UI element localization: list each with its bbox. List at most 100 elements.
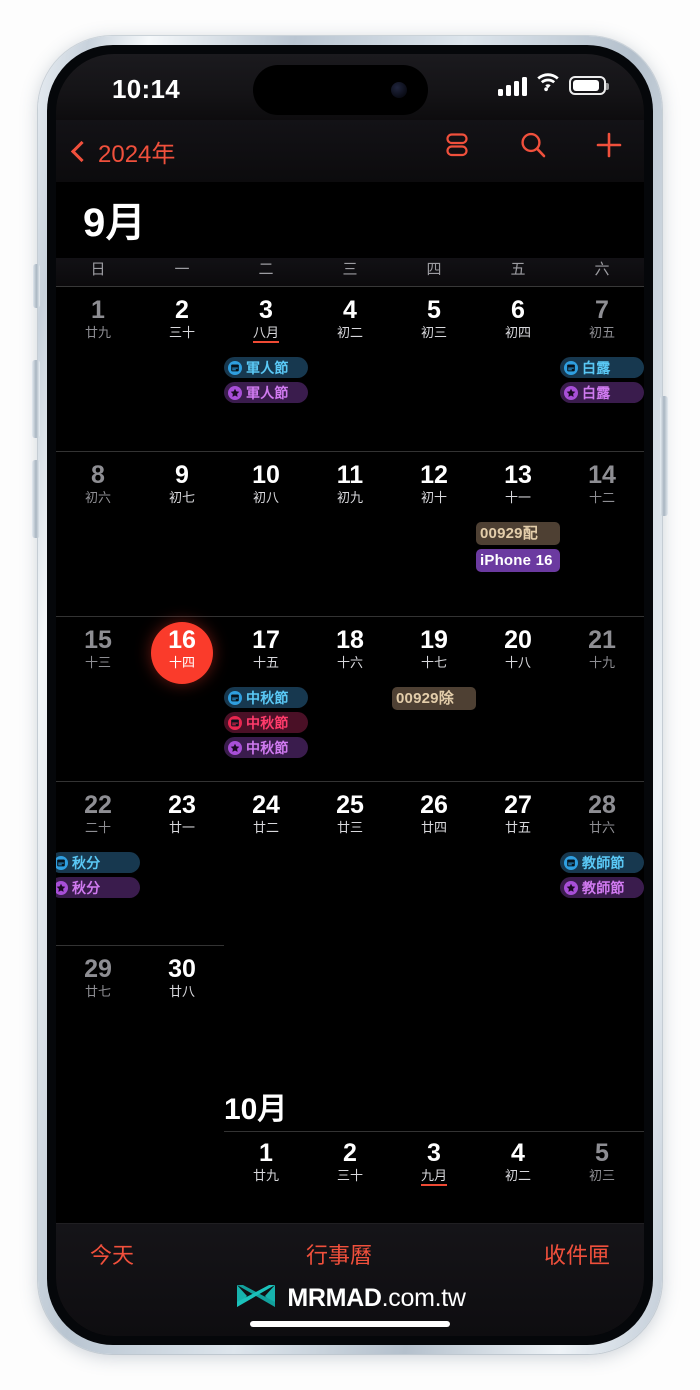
- day-number-stack: 22 二十: [84, 792, 112, 835]
- calendar-event-pill[interactable]: iPhone 16: [476, 549, 560, 572]
- calendars-button[interactable]: 行事曆: [306, 1238, 372, 1270]
- calendar-badge-icon: [564, 360, 578, 375]
- event-row: 教師節: [560, 877, 644, 898]
- calendar-day-cell[interactable]: 5 初三: [392, 287, 476, 451]
- calendar-day-cell[interactable]: 7 初五 白露 白露: [560, 287, 644, 451]
- event-row: 軍人節: [224, 382, 308, 403]
- calendar-day-cell[interactable]: 26 廿四: [392, 782, 476, 946]
- calendar-day-cell[interactable]: 27 廿五: [476, 782, 560, 946]
- calendar-day-cell[interactable]: 8 初六: [56, 452, 140, 616]
- calendar-day-cell[interactable]: 5 初三: [560, 1132, 644, 1210]
- status-bar: 10:14: [56, 54, 644, 120]
- calendar-day-cell[interactable]: 11 初九: [308, 452, 392, 616]
- calendar-event-pill[interactable]: 00929配: [476, 522, 560, 545]
- list-view-icon[interactable]: [442, 131, 472, 159]
- calendar-event-pill[interactable]: 教師節: [560, 877, 644, 898]
- lunar-date-label: 二十: [84, 819, 111, 835]
- calendar-day-cell[interactable]: 19 十七 00929除: [392, 617, 476, 781]
- day-number: 3: [427, 1139, 441, 1167]
- calendar-event-pill[interactable]: 白露: [560, 357, 644, 378]
- calendar-day-cell[interactable]: 1 廿九: [224, 1132, 308, 1210]
- day-number-stack: 18 十六: [336, 627, 364, 670]
- calendar-day-cell[interactable]: 22 二十 秋分 秋分: [56, 782, 140, 946]
- status-indicators: [498, 73, 609, 98]
- lunar-date-label: 九月: [420, 1168, 447, 1187]
- calendar-day-cell[interactable]: 12 初十: [392, 452, 476, 616]
- star-badge-icon: [564, 880, 578, 895]
- lunar-date-label: 廿二: [252, 819, 279, 835]
- event-row: 中秋節: [224, 712, 308, 733]
- calendar-event-pill[interactable]: 教師節: [560, 852, 644, 873]
- calendar-day-cell[interactable]: 3 九月: [392, 1132, 476, 1210]
- weeks-container: 1 廿九 2 三十 3 八月 軍人節 軍人節 4 初二 5 初三 6 初四 7 初五 白露 白露 8 初六 9 初七 10 初…: [56, 287, 644, 1074]
- event-row: 軍人節: [224, 357, 308, 378]
- day-number: 1: [91, 296, 105, 324]
- calendar-day-cell[interactable]: 2 三十: [308, 1132, 392, 1210]
- inbox-button[interactable]: 收件匣: [544, 1238, 610, 1270]
- calendar-day-cell[interactable]: 14 十二: [560, 452, 644, 616]
- watermark: MRMAD.com.tw: [56, 1282, 644, 1315]
- calendar-event-pill[interactable]: 白露: [560, 382, 644, 403]
- calendar-week-row: 29 廿七 30 廿八: [56, 945, 644, 1074]
- calendar-day-empty: [392, 946, 476, 1074]
- day-number-wrap: 5 初三: [392, 297, 476, 353]
- calendar-day-cell[interactable]: 17 十五 中秋節 中秋節 中秋節: [224, 617, 308, 781]
- volume-up-button[interactable]: [32, 360, 40, 438]
- action-button[interactable]: [33, 264, 40, 308]
- calendar-day-cell[interactable]: 3 八月 軍人節 軍人節: [224, 287, 308, 451]
- day-number-wrap: 19 十七: [392, 627, 476, 683]
- day-number-stack: 11 初九: [337, 462, 363, 505]
- calendar-day-cell[interactable]: 29 廿七: [56, 946, 140, 1074]
- search-icon[interactable]: [518, 130, 548, 160]
- calendar-day-cell[interactable]: 18 十六: [308, 617, 392, 781]
- lunar-date-label: 初二: [504, 1167, 531, 1183]
- today-button[interactable]: 今天: [90, 1238, 134, 1270]
- calendar-day-cell[interactable]: 4 初二: [308, 287, 392, 451]
- lunar-date-label: 十四: [168, 654, 195, 670]
- calendar-day-cell[interactable]: 28 廿六 教師節 教師節: [560, 782, 644, 946]
- lunar-date-label: 初四: [504, 324, 531, 340]
- calendar-event-pill[interactable]: 秋分: [56, 852, 140, 873]
- calendar-day-cell[interactable]: 1 廿九: [56, 287, 140, 451]
- back-label: 2024年: [98, 141, 176, 168]
- calendar-day-cell[interactable]: 15 十三: [56, 617, 140, 781]
- event-row: 秋分: [56, 877, 140, 898]
- day-number: 26: [420, 791, 448, 819]
- calendar-day-cell[interactable]: 9 初七: [140, 452, 224, 616]
- power-button[interactable]: [660, 396, 668, 516]
- day-number-wrap: 8 初六: [56, 462, 140, 518]
- weekday-label-4: 四: [426, 261, 442, 278]
- calendar-day-cell[interactable]: 6 初四: [476, 287, 560, 451]
- day-number-wrap: 23 廿一: [140, 792, 224, 848]
- calendar-day-cell[interactable]: 21 十九: [560, 617, 644, 781]
- calendar-day-cell[interactable]: 13 十一 00929配 iPhone 16: [476, 452, 560, 616]
- event-title: 秋分: [72, 879, 101, 896]
- volume-down-button[interactable]: [32, 460, 40, 538]
- calendar-day-cell[interactable]: 23 廿一: [140, 782, 224, 946]
- calendar-day-cell[interactable]: 20 十八: [476, 617, 560, 781]
- calendar-event-pill[interactable]: 00929除: [392, 687, 476, 710]
- calendar-event-pill[interactable]: 秋分: [56, 877, 140, 898]
- calendar-day-cell[interactable]: 16 十四: [140, 617, 224, 781]
- day-number-wrap: 30 廿八: [140, 956, 224, 1012]
- calendar-event-pill[interactable]: 軍人節: [224, 357, 308, 378]
- calendar-day-cell[interactable]: 24 廿二: [224, 782, 308, 946]
- calendar-event-pill[interactable]: 軍人節: [224, 382, 308, 403]
- calendar-day-cell[interactable]: 30 廿八: [140, 946, 224, 1074]
- calendar-event-pill[interactable]: 中秋節: [224, 712, 308, 733]
- calendar-day-cell[interactable]: 2 三十: [140, 287, 224, 451]
- day-number: 1: [259, 1139, 273, 1167]
- plus-icon[interactable]: [594, 130, 624, 160]
- event-row: 中秋節: [224, 737, 308, 758]
- calendar-day-cell[interactable]: 25 廿三: [308, 782, 392, 946]
- day-number-stack: 5 初三: [589, 1140, 615, 1183]
- back-to-year-button[interactable]: 2024年: [70, 134, 176, 169]
- calendar-day-cell[interactable]: 4 初二: [476, 1132, 560, 1210]
- day-number-wrap: 27 廿五: [476, 792, 560, 848]
- day-number-stack: 15 十三: [84, 627, 112, 670]
- calendar-day-cell[interactable]: 10 初八: [224, 452, 308, 616]
- home-indicator[interactable]: [250, 1321, 450, 1327]
- calendar-badge-icon: [228, 715, 242, 730]
- calendar-event-pill[interactable]: 中秋節: [224, 687, 308, 708]
- calendar-event-pill[interactable]: 中秋節: [224, 737, 308, 758]
